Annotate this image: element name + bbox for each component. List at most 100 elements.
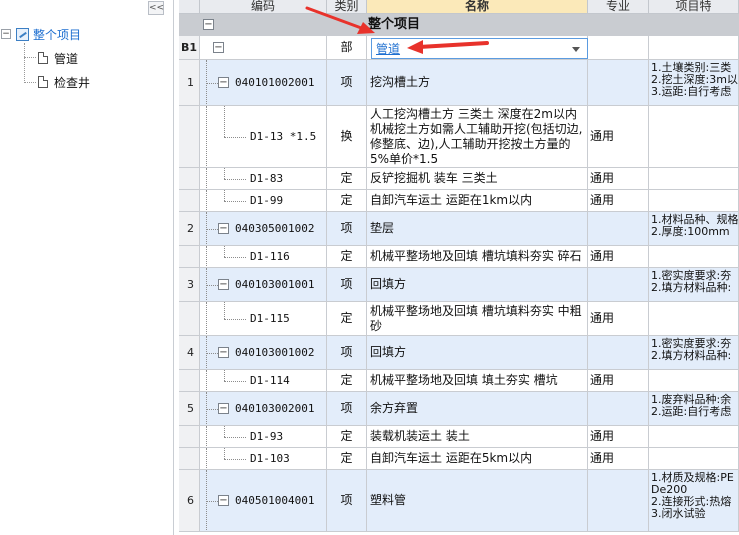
- category-cell[interactable]: 项: [327, 212, 367, 246]
- code-cell[interactable]: −040305001002: [200, 212, 327, 246]
- name-cell[interactable]: 机械平整场地及回填 槽坑填料夯实 中粗砂: [367, 302, 588, 336]
- quota-row[interactable]: D1-115 定机械平整场地及回填 槽坑填料夯实 中粗砂 通用: [179, 302, 739, 336]
- project-row[interactable]: − 整个项目: [179, 14, 739, 36]
- category-cell[interactable]: 项: [327, 470, 367, 532]
- name-cell[interactable]: 挖沟槽土方: [367, 60, 588, 106]
- section-feature-cell[interactable]: [649, 36, 739, 60]
- minus-box-icon[interactable]: −: [203, 19, 214, 30]
- column-header-code[interactable]: 编码: [200, 0, 327, 14]
- code-cell[interactable]: D1-115: [200, 302, 327, 336]
- tree-root-item[interactable]: − 整个项目: [1, 25, 81, 43]
- feature-cell[interactable]: 1.材质及规格:PE De200 2.连接形式:热熔 3.闭水试验: [649, 470, 739, 532]
- major-cell[interactable]: 通用: [588, 426, 649, 448]
- chevron-down-icon[interactable]: [572, 47, 580, 52]
- feature-cell[interactable]: [649, 448, 739, 470]
- minus-box-icon[interactable]: −: [218, 279, 229, 290]
- minus-box-icon[interactable]: −: [218, 495, 229, 506]
- feature-cell[interactable]: [649, 190, 739, 212]
- code-cell[interactable]: D1-83: [200, 168, 327, 190]
- quota-row[interactable]: D1-99 定自卸汽车运土 运距在1km以内 通用: [179, 190, 739, 212]
- code-cell[interactable]: D1-116: [200, 246, 327, 268]
- minus-box-icon[interactable]: −: [218, 77, 229, 88]
- item-row[interactable]: 6−040501004001 项塑料管 1.材质及规格:PE De200 2.连接形…: [179, 470, 739, 532]
- name-cell[interactable]: 回填方: [367, 268, 588, 302]
- quota-row[interactable]: D1-114 定机械平整场地及回填 填土夯实 槽坑 通用: [179, 370, 739, 392]
- name-cell[interactable]: 余方弃置: [367, 392, 588, 426]
- code-cell[interactable]: −040103002001: [200, 392, 327, 426]
- name-cell[interactable]: 机械平整场地及回填 槽坑填料夯实 碎石: [367, 246, 588, 268]
- quota-row[interactable]: D1-13 *1.5 换人工挖沟槽土方 三类土 深度在2m以内 机械挖土方如需人工…: [179, 106, 739, 168]
- major-cell[interactable]: [588, 268, 649, 302]
- item-row[interactable]: 1−040101002001 项挖沟槽土方 1.土壤类别:三类 2.挖土深度:3m以…: [179, 60, 739, 106]
- column-header-name[interactable]: 名称: [367, 0, 588, 14]
- section-major-cell[interactable]: [588, 36, 649, 60]
- column-header-category[interactable]: 类别: [327, 0, 367, 14]
- column-header-feature[interactable]: 项目特: [649, 0, 739, 14]
- feature-cell[interactable]: 1.密实度要求:夯 2.填方材料品种:: [649, 268, 739, 302]
- category-cell[interactable]: 项: [327, 336, 367, 370]
- category-cell[interactable]: 定: [327, 190, 367, 212]
- section-name-dropdown[interactable]: 管道: [371, 38, 588, 59]
- category-cell[interactable]: 换: [327, 106, 367, 168]
- major-cell[interactable]: 通用: [588, 106, 649, 168]
- code-cell[interactable]: D1-103: [200, 448, 327, 470]
- major-cell[interactable]: 通用: [588, 168, 649, 190]
- name-cell[interactable]: 人工挖沟槽土方 三类土 深度在2m以内 机械挖土方如需人工辅助开挖(包括切边,修…: [367, 106, 588, 168]
- name-cell[interactable]: 回填方: [367, 336, 588, 370]
- category-cell[interactable]: 项: [327, 268, 367, 302]
- column-header-major[interactable]: 专业: [588, 0, 649, 14]
- minus-box-icon[interactable]: −: [218, 403, 229, 414]
- code-cell[interactable]: −040101002001: [200, 60, 327, 106]
- minus-box-icon[interactable]: −: [218, 347, 229, 358]
- major-cell[interactable]: [588, 392, 649, 426]
- major-cell[interactable]: 通用: [588, 448, 649, 470]
- code-cell[interactable]: D1-13 *1.5: [200, 106, 327, 168]
- category-cell[interactable]: 项: [327, 60, 367, 106]
- major-cell[interactable]: 通用: [588, 190, 649, 212]
- item-row[interactable]: 3−040103001001 项回填方 1.密实度要求:夯 2.填方材料品种:: [179, 268, 739, 302]
- tree-collapse-icon[interactable]: −: [1, 29, 11, 39]
- category-cell[interactable]: 定: [327, 426, 367, 448]
- quota-row[interactable]: D1-103 定自卸汽车运土 运距在5km以内 通用: [179, 448, 739, 470]
- feature-cell[interactable]: 1.土壤类别:三类 2.挖土深度:3m以 3.运距:自行考虑: [649, 60, 739, 106]
- quota-row[interactable]: D1-116 定机械平整场地及回填 槽坑填料夯实 碎石 通用: [179, 246, 739, 268]
- code-cell[interactable]: D1-93: [200, 426, 327, 448]
- name-cell[interactable]: 反铲挖掘机 装车 三类土: [367, 168, 588, 190]
- category-cell[interactable]: 定: [327, 448, 367, 470]
- major-cell[interactable]: [588, 470, 649, 532]
- name-cell[interactable]: 垫层: [367, 212, 588, 246]
- code-cell[interactable]: −040501004001: [200, 470, 327, 532]
- collapse-panel-button[interactable]: <<: [148, 1, 164, 15]
- name-cell[interactable]: 自卸汽车运土 运距在1km以内: [367, 190, 588, 212]
- quota-row[interactable]: D1-83 定反铲挖掘机 装车 三类土 通用: [179, 168, 739, 190]
- code-cell[interactable]: D1-99: [200, 190, 327, 212]
- category-cell[interactable]: 定: [327, 370, 367, 392]
- category-cell[interactable]: 项: [327, 392, 367, 426]
- item-row[interactable]: 5−040103002001 项余方弃置 1.废弃料品种:余 2.运距:自行考虑: [179, 392, 739, 426]
- tree-item-manhole[interactable]: 检查井: [38, 73, 90, 91]
- code-cell[interactable]: −040103001001: [200, 268, 327, 302]
- code-cell[interactable]: −040103001002: [200, 336, 327, 370]
- item-row[interactable]: 4−040103001002 项回填方 1.密实度要求:夯 2.填方材料品种:: [179, 336, 739, 370]
- name-cell[interactable]: 塑料管: [367, 470, 588, 532]
- code-cell[interactable]: D1-114: [200, 370, 327, 392]
- feature-cell[interactable]: 1.材料品种、规格 2.厚度:100mm: [649, 212, 739, 246]
- feature-cell[interactable]: [649, 302, 739, 336]
- tree-item-pipe[interactable]: 管道: [38, 49, 78, 67]
- name-cell[interactable]: 自卸汽车运土 运距在5km以内: [367, 448, 588, 470]
- category-cell[interactable]: 定: [327, 168, 367, 190]
- section-category-cell[interactable]: 部: [327, 36, 367, 60]
- feature-cell[interactable]: [649, 370, 739, 392]
- feature-cell[interactable]: [649, 426, 739, 448]
- item-row[interactable]: 2−040305001002 项垫层 1.材料品种、规格 2.厚度:100mm: [179, 212, 739, 246]
- category-cell[interactable]: 定: [327, 302, 367, 336]
- feature-cell[interactable]: [649, 168, 739, 190]
- quota-row[interactable]: D1-93 定装载机装运土 装土 通用: [179, 426, 739, 448]
- major-cell[interactable]: [588, 336, 649, 370]
- major-cell[interactable]: 通用: [588, 302, 649, 336]
- feature-cell[interactable]: 1.密实度要求:夯 2.填方材料品种:: [649, 336, 739, 370]
- major-cell[interactable]: [588, 212, 649, 246]
- minus-box-icon[interactable]: −: [218, 223, 229, 234]
- feature-cell[interactable]: [649, 106, 739, 168]
- major-cell[interactable]: [588, 60, 649, 106]
